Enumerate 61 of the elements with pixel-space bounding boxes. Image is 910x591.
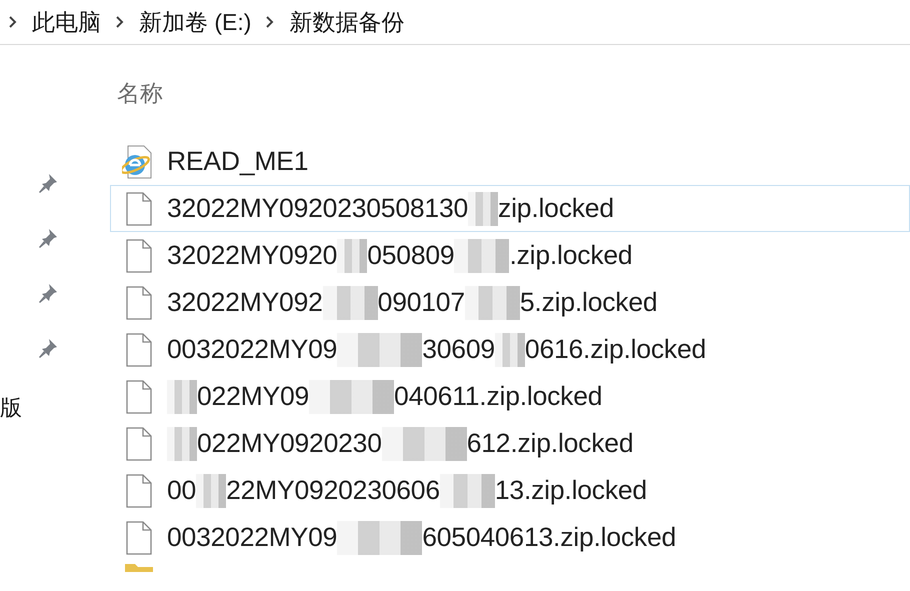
file-icon <box>125 284 153 320</box>
redaction-mosaic <box>196 474 226 508</box>
redaction-mosaic <box>440 474 495 508</box>
file-name-text: .zip.locked <box>509 240 632 271</box>
folder-icon <box>124 562 154 572</box>
file-row[interactable]: 0032022MY09 30609 0616.zip.locked <box>110 326 910 373</box>
file-row[interactable]: READ_ME1 <box>110 138 910 185</box>
chevron-icon <box>8 15 18 29</box>
file-name-text: 022MY09 <box>197 381 310 412</box>
pin-icon[interactable] <box>36 226 60 250</box>
file-name-text: 32022MY0920230508130 <box>167 193 468 224</box>
file-row[interactable]: 32022MY092 090107 5.zip.locked <box>110 279 910 326</box>
column-header[interactable]: 名称 <box>117 78 163 109</box>
redaction-mosaic <box>167 380 197 414</box>
file-name-text: READ_ME1 <box>167 146 308 177</box>
file-icon <box>125 520 153 556</box>
redaction-mosaic <box>468 192 498 226</box>
file-name-text: 040611.zip.locked <box>394 381 602 412</box>
file-icon <box>125 472 153 508</box>
file-name-text: 0032022MY09 <box>167 522 338 553</box>
pin-icon[interactable] <box>36 281 60 305</box>
pin-icon[interactable] <box>36 171 60 195</box>
file-name-text: 32022MY092 <box>167 287 323 318</box>
breadcrumb-item[interactable]: 新加卷 (E:) <box>139 6 252 38</box>
redaction-mosaic <box>322 286 378 320</box>
pin-icon[interactable] <box>36 336 60 360</box>
file-icon <box>125 332 153 368</box>
file-row[interactable]: 00 22MY0920230606 13.zip.locked <box>110 467 910 514</box>
file-name-text: 30609 <box>422 334 495 365</box>
file-row[interactable]: 32022MY0920 050809 .zip.locked <box>110 232 910 279</box>
file-icon <box>125 238 153 274</box>
file-name-text: 605040613.zip.locked <box>422 522 676 553</box>
file-name-text: 5.zip.locked <box>520 287 658 318</box>
redaction-mosaic <box>454 238 510 272</box>
file-row[interactable]: 022MY09 040611.zip.locked <box>110 373 910 420</box>
file-name-text: 00 <box>167 475 196 506</box>
breadcrumb-item[interactable]: 此电脑 <box>32 6 101 38</box>
file-name-text: 612.zip.locked <box>466 428 634 459</box>
file-name-text: zip.locked <box>498 193 614 224</box>
redaction-mosaic <box>337 238 368 272</box>
file-name-text: 0032022MY09 <box>167 334 338 365</box>
file-icon <box>125 190 153 226</box>
file-name-text: 32022MY0920 <box>167 240 338 271</box>
redaction-mosaic <box>464 286 520 320</box>
file-name-text: 22MY0920230606 <box>226 475 440 506</box>
chevron-icon <box>115 15 125 29</box>
file-icon <box>125 378 153 414</box>
file-name-text: 090107 <box>378 287 465 318</box>
file-name-text: 13.zip.locked <box>494 475 647 506</box>
redaction-mosaic <box>167 426 197 460</box>
chevron-icon <box>265 15 276 29</box>
file-name-text: 0616.zip.locked <box>524 334 706 365</box>
file-row[interactable]: 32022MY0920230508130 zip.locked <box>110 185 910 232</box>
breadcrumb-item[interactable]: 新数据备份 <box>289 6 404 38</box>
file-icon <box>125 426 153 462</box>
nav-item-label[interactable]: 版 <box>0 395 22 421</box>
file-row[interactable]: 022MY0920230 612.zip.locked <box>110 420 910 467</box>
file-name-text: 050809 <box>367 240 454 271</box>
redaction-mosaic <box>494 332 525 366</box>
file-name-text: 022MY0920230 <box>197 428 382 459</box>
file-row[interactable]: 0032022MY09 605040613.zip.locked <box>110 514 910 561</box>
